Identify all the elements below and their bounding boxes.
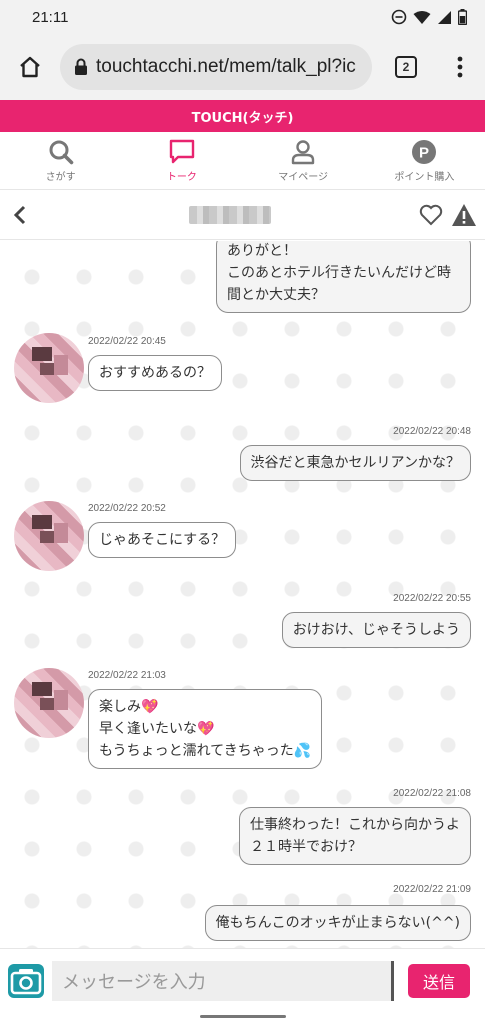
svg-text:P: P (419, 144, 429, 161)
status-bar: 21:11 (0, 0, 485, 34)
partner-avatar[interactable] (14, 501, 84, 571)
wifi-icon (413, 10, 431, 24)
nav-item-search[interactable]: さがす (0, 132, 121, 189)
partner-name-redacted (188, 205, 271, 224)
brand-title: TOUCH(タッチ) (191, 110, 294, 126)
message-bubble-sent: ありがと！ このあとホテル行きたいんだけど時 間とか大丈夫？ (216, 241, 471, 313)
partner-avatar[interactable] (14, 333, 84, 403)
gesture-handle[interactable] (200, 1015, 286, 1018)
nav-item-points[interactable]: P ポイント購入 (364, 132, 485, 189)
camera-icon (8, 963, 44, 998)
nav-label-search: さがす (45, 171, 76, 183)
heart-icon[interactable] (419, 204, 443, 226)
message-bubble-sent: 渋谷だと東急かセルリアンかな？ (239, 445, 471, 481)
brand-header: TOUCH(タッチ) (0, 100, 485, 132)
more-vert-icon (457, 56, 463, 78)
nav-item-talk[interactable]: トーク (121, 132, 242, 189)
home-icon (20, 56, 40, 78)
message-timestamp: 2022/02/22 20:48 (393, 426, 471, 437)
chevron-left-icon (13, 205, 26, 224)
camera-button[interactable] (0, 949, 52, 1013)
nav-label-talk: トーク (166, 171, 197, 183)
message-bubble-sent: 俺もちんこのオッキが止まらない(^^) (204, 905, 471, 941)
nav-label-points: ポイント購入 (394, 171, 455, 183)
home-button[interactable] (0, 34, 60, 100)
signal-icon (438, 10, 451, 24)
points-icon: P (412, 139, 437, 164)
message-composer: メッセージを入力 送信 (0, 948, 485, 1012)
tab-switcher-button[interactable]: 2 (372, 56, 440, 78)
message-bubble-received: おすすめあるの？ (88, 355, 222, 391)
browser-menu-button[interactable] (440, 56, 480, 78)
message-bubble-sent: おけおけ、じゃそうしよう (281, 612, 471, 648)
back-button[interactable] (0, 190, 40, 240)
message-timestamp: 2022/02/22 21:09 (393, 884, 471, 895)
message-bubble-received: 楽しみ💖 早く逢いたいな💖 もうちょっと濡れてきちゃった💦 (88, 689, 323, 769)
tab-count: 2 (395, 56, 417, 78)
do-not-disturb-icon (391, 9, 407, 25)
report-warning-icon[interactable] (451, 203, 477, 227)
message-timestamp: 2022/02/22 21:03 (88, 670, 166, 681)
url-text: touchtacchi.net/mem/talk_pl?ic (96, 56, 356, 77)
lock-icon (75, 58, 87, 75)
chat-icon (169, 139, 195, 163)
partner-avatar[interactable] (14, 668, 84, 738)
send-button[interactable]: 送信 (408, 963, 470, 998)
message-bubble-received: じゃあそこにする？ (88, 522, 237, 558)
nav-item-mypage[interactable]: マイページ (243, 132, 364, 189)
message-list: ありがと！ このあとホテル行きたいんだけど時 間とか大丈夫？ 2022/02/2… (0, 241, 485, 948)
browser-toolbar: touchtacchi.net/mem/talk_pl?ic 2 (0, 34, 485, 100)
nav-label-mypage: マイページ (278, 171, 329, 183)
message-timestamp: 2022/02/22 20:45 (88, 336, 166, 347)
person-icon (291, 139, 315, 164)
chat-header (0, 190, 485, 240)
message-bubble-sent: 仕事終わった！これから向かうよ ２１時半でおけ？ (239, 807, 471, 865)
message-input[interactable]: メッセージを入力 (52, 960, 394, 1001)
battery-icon (458, 9, 467, 25)
message-timestamp: 2022/02/22 20:52 (88, 503, 166, 514)
status-time: 21:11 (32, 8, 69, 26)
message-timestamp: 2022/02/22 21:08 (393, 788, 471, 799)
address-bar[interactable]: touchtacchi.net/mem/talk_pl?ic (60, 44, 372, 90)
status-icons (391, 9, 467, 25)
search-icon (49, 140, 73, 164)
gesture-bar (0, 1012, 485, 1024)
main-nav: さがす トーク マイページ P ポイント購入 (0, 132, 485, 190)
message-timestamp: 2022/02/22 20:55 (393, 593, 471, 604)
chat-header-actions (419, 203, 485, 227)
